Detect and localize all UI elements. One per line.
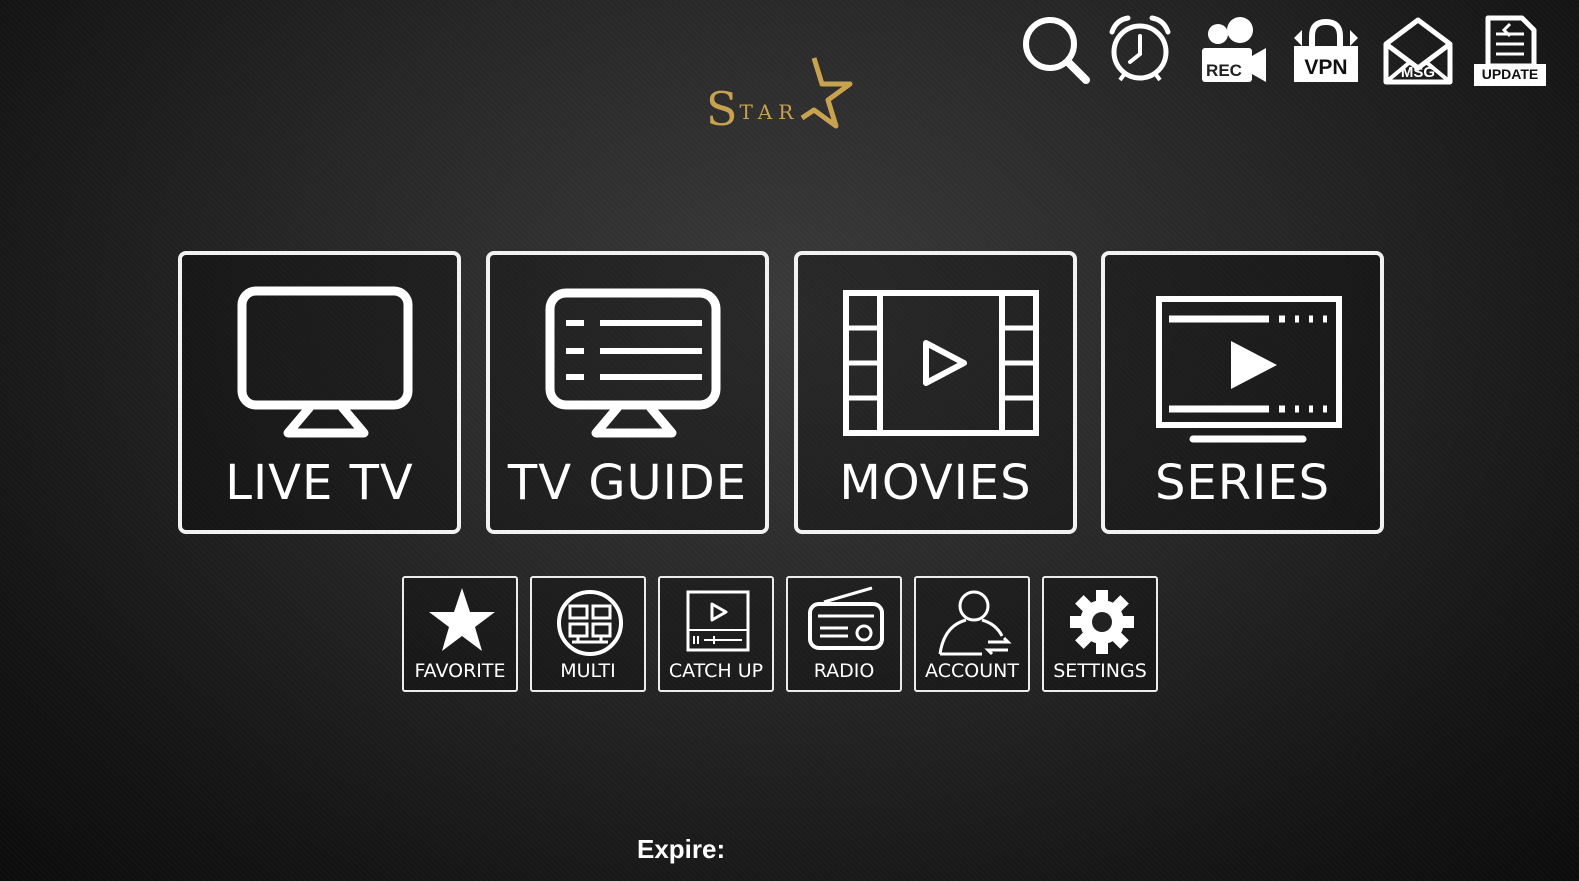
alarm-button[interactable]	[1106, 14, 1178, 86]
vpn-label: VPN	[1304, 56, 1348, 79]
search-button[interactable]	[1020, 14, 1092, 86]
series-tile[interactable]: SERIES	[1101, 251, 1384, 534]
vpn-button[interactable]: VPN	[1290, 14, 1362, 86]
live-tv-tile[interactable]: LIVE TV	[178, 251, 461, 534]
expire-label: Expire:	[637, 834, 726, 864]
gear-icon	[1070, 590, 1134, 654]
alarm-clock-icon	[1109, 15, 1171, 82]
catch-up-tile[interactable]: CATCH UP	[658, 576, 774, 692]
film-play-icon	[843, 290, 1039, 436]
radio-tile[interactable]: RADIO	[786, 576, 902, 692]
account-label: ACCOUNT	[925, 660, 1019, 682]
multi-label: MULTI	[560, 660, 616, 682]
account-tile[interactable]: ACCOUNT	[914, 576, 1030, 692]
search-icon	[1023, 17, 1090, 84]
account-icon	[938, 590, 1012, 656]
star-logo: S TAR	[700, 52, 860, 136]
tv-guide-label: TV GUIDE	[507, 455, 748, 511]
star-icon	[429, 588, 495, 651]
multi-screen-icon	[557, 590, 623, 656]
catch-up-icon	[686, 590, 750, 652]
update-button[interactable]: UPDATE	[1474, 14, 1546, 86]
series-label: SERIES	[1154, 455, 1331, 511]
movies-label: MOVIES	[839, 455, 1032, 511]
tv-guide-icon	[545, 288, 721, 438]
radio-label: RADIO	[813, 660, 875, 682]
catch-up-label: CATCH UP	[668, 660, 764, 682]
movies-tile[interactable]: MOVIES	[794, 251, 1077, 534]
settings-label: SETTINGS	[1053, 660, 1147, 682]
favorite-tile[interactable]: FAVORITE	[402, 576, 518, 692]
update-label: UPDATE	[1481, 66, 1539, 82]
favorite-label: FAVORITE	[414, 660, 506, 682]
live-tv-label: LIVE TV	[225, 455, 414, 511]
tv-icon	[237, 286, 413, 438]
msg-label: MSG	[1400, 64, 1436, 81]
top-toolbar: REC VPN MSG UPDATE	[1016, 14, 1548, 86]
record-button[interactable]: REC	[1198, 14, 1270, 86]
settings-tile[interactable]: SETTINGS	[1042, 576, 1158, 692]
message-button[interactable]: MSG	[1382, 14, 1454, 86]
logo-star-icon	[800, 57, 853, 129]
multi-tile[interactable]: MULTI	[530, 576, 646, 692]
rec-label: REC	[1206, 61, 1242, 80]
tv-guide-tile[interactable]: TV GUIDE	[486, 251, 769, 534]
radio-icon	[808, 586, 884, 650]
series-play-icon	[1156, 296, 1342, 443]
